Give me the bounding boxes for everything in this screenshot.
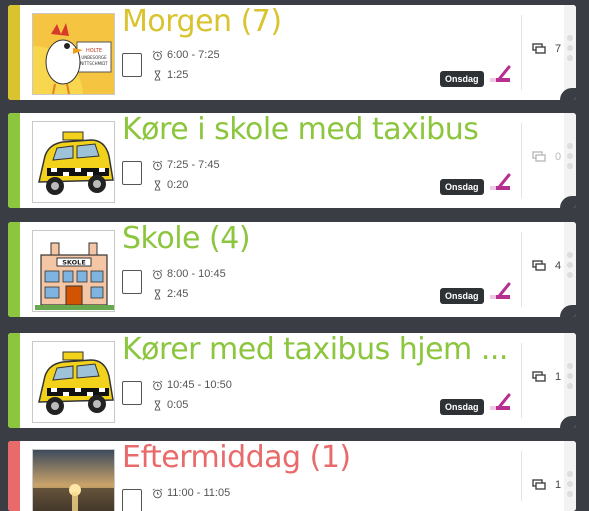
duration: 1:25 [152,69,188,81]
activity-color-stripe [8,5,20,100]
stack-icon [532,151,546,162]
alarm-clock-icon [152,380,163,390]
activity-checkbox[interactable] [122,161,142,185]
activity-card[interactable]: HOLTE UNBESORGE NITTSCHMIDT Morgen (7) 6… [8,5,576,100]
divider [521,343,522,418]
duration-text: 1:25 [167,69,189,81]
activity-card[interactable]: Køre i skole med taxibus 7:25 - 7:45 0:2… [8,113,576,208]
subactivity-count[interactable]: 1 [532,479,561,491]
divider [521,232,522,307]
sunset-image [32,449,115,511]
taxi-image [32,121,115,203]
stack-icon [532,371,546,382]
stack-icon [532,43,546,54]
drag-handle[interactable] [564,5,576,100]
divider [521,451,522,501]
alarm-clock-icon [152,488,163,498]
duration: 2:45 [152,288,188,300]
alarm-clock-icon [152,50,163,60]
activity-title[interactable]: Køre i skole med taxibus [122,113,479,148]
hourglass-icon [154,288,161,300]
duration-text: 2:45 [167,288,189,300]
time-range: 11:00 - 11:05 [152,487,230,499]
stack-icon [532,260,546,271]
svg-text:SKOLE: SKOLE [62,259,86,267]
subactivity-count[interactable]: 7 [532,43,561,55]
duration: 0:20 [152,179,188,191]
card-corner [560,305,576,317]
count-text: 1 [555,479,562,491]
divider [521,15,522,90]
time-range: 8:00 - 10:45 [152,268,226,280]
drag-handle[interactable] [564,333,576,428]
card-corner [560,88,576,100]
activity-title[interactable]: Morgen (7) [122,5,282,40]
stack-icon [532,479,546,490]
subactivity-count[interactable]: 0 [532,151,561,163]
drag-handle[interactable] [564,441,576,511]
count-text: 7 [555,43,562,55]
card-corner [560,196,576,208]
time-range-text: 10:45 - 10:50 [167,379,232,391]
svg-text:NITTSCHMIDT: NITTSCHMIDT [80,61,108,66]
activity-color-stripe [8,333,20,428]
taxi-image [32,341,115,423]
subactivity-count[interactable]: 1 [532,371,561,383]
paintbrush-icon[interactable] [488,63,512,85]
activity-checkbox[interactable] [122,489,142,511]
duration-text: 0:20 [167,179,189,191]
divider [521,123,522,198]
activity-color-stripe [8,113,20,208]
activity-checkbox[interactable] [122,270,142,294]
activity-card[interactable]: SKOLE Skole (4) 8:00 - 10:45 2:45 Onsdag… [8,222,576,317]
duration-text: 0:05 [167,399,189,411]
day-badge: Onsdag [440,179,484,195]
day-badge: Onsdag [440,288,484,304]
drag-handle[interactable] [564,113,576,208]
time-range-text: 11:00 - 11:05 [167,487,231,499]
svg-text:UNBESORGE: UNBESORGE [81,55,107,60]
alarm-clock-icon [152,269,163,279]
activity-title[interactable]: Kører med taxibus hjem ... [122,333,508,368]
activity-color-stripe [8,222,20,317]
paintbrush-icon[interactable] [488,280,512,302]
count-text: 4 [555,260,562,272]
card-corner [560,416,576,428]
duration: 0:05 [152,399,188,411]
activity-title[interactable]: Eftermiddag (1) [122,441,351,476]
paintbrush-icon[interactable] [488,391,512,413]
activity-title[interactable]: Skole (4) [122,222,251,257]
school-image: SKOLE [32,230,115,312]
activity-color-stripe [8,441,20,511]
time-range: 7:25 - 7:45 [152,159,220,171]
activity-card[interactable]: Kører med taxibus hjem ... 10:45 - 10:50… [8,333,576,428]
rooster-image: HOLTE UNBESORGE NITTSCHMIDT [32,13,115,95]
hourglass-icon [154,179,161,191]
hourglass-icon [154,399,161,411]
drag-handle[interactable] [564,222,576,317]
time-range: 10:45 - 10:50 [152,379,232,391]
svg-text:HOLTE: HOLTE [86,48,102,54]
time-range: 6:00 - 7:25 [152,49,220,61]
time-range-text: 8:00 - 10:45 [167,268,226,280]
time-range-text: 7:25 - 7:45 [167,159,220,171]
activity-checkbox[interactable] [122,53,142,77]
activity-card[interactable]: Eftermiddag (1) 11:00 - 11:05 1 [8,441,576,511]
day-badge: Onsdag [440,71,484,87]
activity-checkbox[interactable] [122,381,142,405]
paintbrush-icon[interactable] [488,171,512,193]
day-badge: Onsdag [440,399,484,415]
subactivity-count[interactable]: 4 [532,260,561,272]
hourglass-icon [154,69,161,81]
time-range-text: 6:00 - 7:25 [167,49,220,61]
count-text: 1 [555,371,562,383]
count-text: 0 [555,151,562,163]
alarm-clock-icon [152,160,163,170]
